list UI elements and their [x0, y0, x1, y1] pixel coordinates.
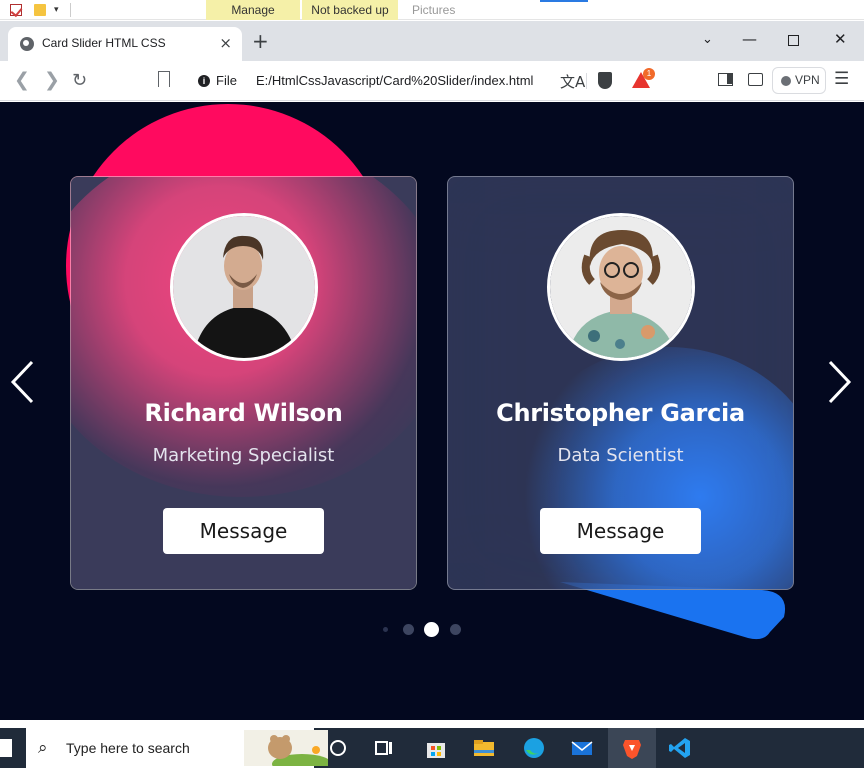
divider	[586, 73, 587, 89]
bookmark-icon[interactable]	[158, 71, 170, 87]
pagination-dot-active[interactable]	[424, 622, 439, 637]
edge-icon[interactable]	[522, 736, 546, 760]
manage-tab[interactable]: Manage	[206, 0, 300, 20]
minimize-icon[interactable]: —	[742, 30, 757, 48]
tab-title: Card Slider HTML CSS	[42, 36, 166, 50]
card-name: Christopher Garcia	[496, 399, 745, 427]
vpn-button[interactable]: VPN	[772, 67, 826, 94]
selection-indicator	[540, 0, 588, 2]
browser-tab[interactable]: Card Slider HTML CSS ×	[8, 27, 242, 61]
page-viewport: Richard Wilson Marketing Specialist Mess…	[0, 102, 864, 720]
windows-start-icon[interactable]	[0, 739, 12, 757]
file-explorer-ribbon: ▾ Manage Not backed up Pictures	[0, 0, 864, 20]
quick-access-dropdown-icon[interactable]: ▾	[54, 5, 66, 17]
brave-icon[interactable]	[620, 736, 644, 760]
file-explorer-icon[interactable]	[472, 736, 496, 760]
pictures-label: Pictures	[412, 3, 456, 17]
sidebar-icon[interactable]	[718, 73, 733, 86]
back-icon[interactable]: ❮	[14, 69, 30, 91]
properties-icon[interactable]	[10, 4, 22, 16]
taskbar-search-box[interactable]: ⌕ Type here to search	[26, 728, 328, 768]
close-icon[interactable]: ×	[219, 34, 232, 52]
vscode-icon[interactable]	[668, 736, 692, 760]
profile-card: Christopher Garcia Data Scientist Messag…	[447, 176, 794, 590]
pagination-dot[interactable]	[450, 624, 461, 635]
profile-photo	[173, 216, 315, 358]
address-url[interactable]: E:/HtmlCssJavascript/Card%20Slider/index…	[256, 73, 533, 88]
message-button[interactable]: Message	[163, 508, 324, 554]
cortana-icon[interactable]	[326, 736, 350, 760]
avatar	[170, 213, 318, 361]
divider	[70, 3, 71, 17]
folder-icon[interactable]	[34, 4, 46, 16]
address-bar[interactable]: i File E:/HtmlCssJavascript/Card%20Slide…	[188, 67, 668, 95]
plus-icon[interactable]: +	[252, 29, 269, 53]
globe-icon	[20, 37, 34, 51]
profile-photo	[550, 216, 692, 358]
profile-card: Richard Wilson Marketing Specialist Mess…	[70, 176, 417, 590]
maximize-icon[interactable]	[788, 35, 799, 46]
vpn-label: VPN	[795, 73, 820, 87]
vpn-status-icon	[781, 76, 791, 86]
search-placeholder[interactable]: Type here to search	[66, 740, 190, 756]
previous-arrow-icon[interactable]	[10, 360, 34, 404]
pagination-dot[interactable]	[403, 624, 414, 635]
microsoft-store-icon[interactable]	[424, 736, 448, 760]
next-arrow-icon[interactable]	[828, 360, 852, 404]
avatar	[547, 213, 695, 361]
reload-icon[interactable]: ↻	[72, 70, 87, 91]
address-scheme-label: File	[216, 73, 237, 88]
pagination-dots	[380, 620, 470, 640]
not-backed-up-tab[interactable]: Not backed up	[302, 0, 398, 20]
translate-icon[interactable]: 文A	[560, 71, 585, 92]
forward-icon[interactable]: ❯	[44, 69, 60, 91]
rewards-badge: 1	[643, 68, 655, 80]
menu-icon[interactable]: ☰	[834, 69, 849, 89]
mail-icon[interactable]	[570, 736, 594, 760]
brave-shield-icon[interactable]	[598, 72, 612, 89]
close-window-icon[interactable]: ✕	[834, 30, 847, 48]
search-highlight-illustration	[244, 730, 328, 766]
browser-toolbar: ❮ ❯ ↻ i File E:/HtmlCssJavascript/Card%2…	[0, 61, 864, 101]
browser-titlebar: Card Slider HTML CSS × + ⌄ — ✕	[0, 21, 864, 61]
chevron-down-icon[interactable]: ⌄	[702, 32, 713, 47]
windows-taskbar: ⌕ Type here to search	[0, 728, 864, 768]
explorer-status-strip	[0, 720, 864, 728]
wallet-icon[interactable]	[748, 73, 763, 86]
card-role: Data Scientist	[557, 445, 684, 466]
card-name: Richard Wilson	[144, 399, 343, 427]
message-button[interactable]: Message	[540, 508, 701, 554]
card-role: Marketing Specialist	[152, 445, 335, 466]
search-icon: ⌕	[38, 738, 48, 758]
info-icon[interactable]: i	[198, 75, 210, 87]
task-view-icon[interactable]	[372, 736, 396, 760]
pagination-dot[interactable]	[383, 627, 388, 632]
